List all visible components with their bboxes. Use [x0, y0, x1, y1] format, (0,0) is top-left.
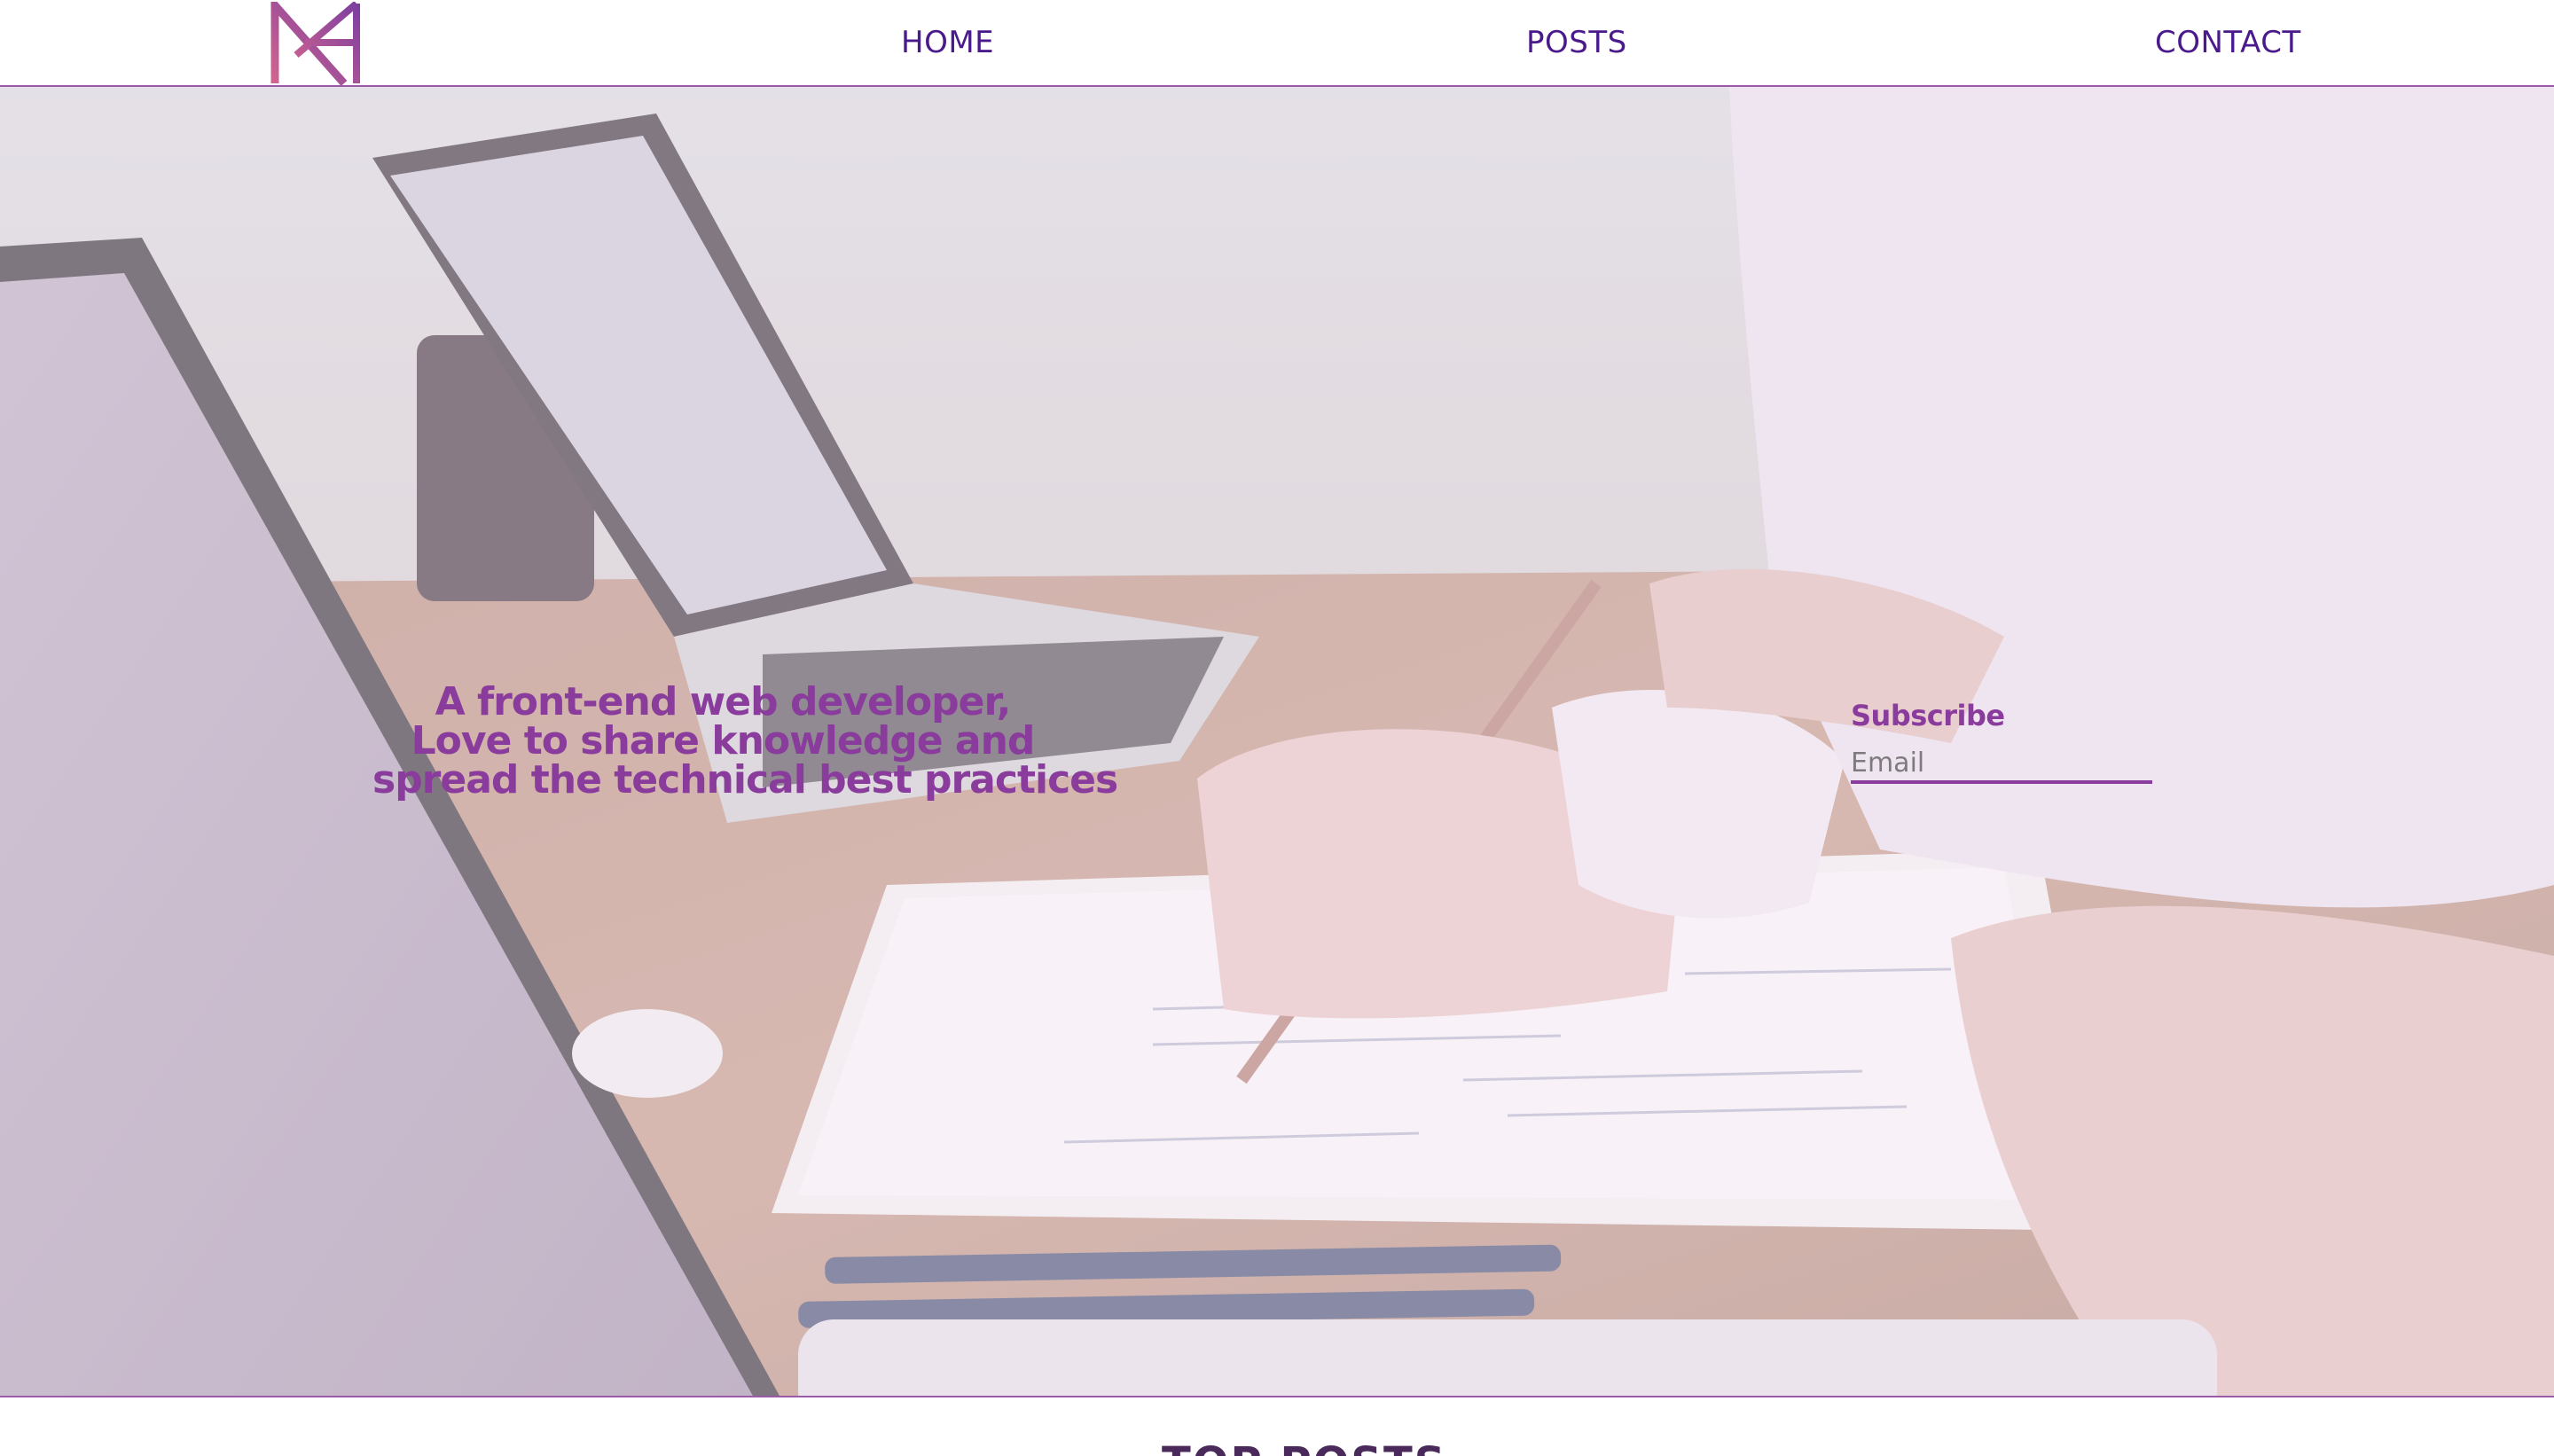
site-header: HOME POSTS CONTACT: [0, 0, 2554, 87]
nav-home-link[interactable]: HOME: [901, 25, 994, 60]
tagline-line-3: spread the technical best practices: [372, 757, 1118, 802]
hero-section: A front-end web developer, Love to share…: [0, 87, 2554, 1397]
subscribe-form: Subscribe: [1851, 699, 2152, 784]
nav-posts-link[interactable]: POSTS: [1526, 25, 1627, 60]
nav-contact-link[interactable]: CONTACT: [2155, 25, 2301, 60]
email-input[interactable]: [1851, 745, 2152, 784]
tagline-line-1: A front-end web developer,: [435, 679, 1012, 724]
logo[interactable]: [270, 0, 362, 86]
nh-logo-icon: [270, 0, 360, 86]
hero-tagline: A front-end web developer, Love to share…: [372, 679, 1118, 802]
top-posts-heading: TOP POSTS: [1162, 1438, 1446, 1456]
subscribe-title: Subscribe: [1851, 699, 2005, 732]
tagline-line-2: Love to share knowledge and: [411, 718, 1036, 763]
